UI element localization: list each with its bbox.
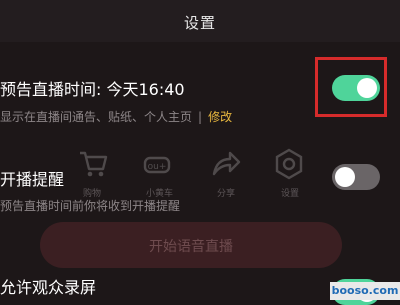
preview-time-label: 预告直播时间: 今天16:40 xyxy=(0,80,185,99)
separator: | xyxy=(198,110,203,124)
live-reminder-description: 预告直播时间前你将收到开播提醒 xyxy=(0,199,181,213)
start-voice-live-button: 开始语音直播 xyxy=(40,222,342,268)
toggle-knob xyxy=(335,167,355,187)
edit-link[interactable]: 修改 xyxy=(208,110,232,124)
allow-screen-record-label: 允许观众录屏 xyxy=(0,278,97,297)
top-bar: 设置 xyxy=(0,0,400,42)
start-voice-live-label: 开始语音直播 xyxy=(149,239,233,255)
svg-text:ou+: ou+ xyxy=(148,162,167,172)
page-title: 设置 xyxy=(183,14,216,32)
settings-icon xyxy=(275,148,303,180)
share-icon-label: 分享 xyxy=(217,189,236,199)
live-reminder-label: 开播提醒 xyxy=(0,170,65,189)
preview-time-description: 显示在直播间通告、贴纸、个人主页 | 修改 xyxy=(0,108,232,125)
highlight-box xyxy=(315,57,387,117)
watermark: booso.com xyxy=(330,282,400,300)
live-reminder-toggle[interactable] xyxy=(332,164,380,190)
cart-icon xyxy=(80,151,108,177)
share-icon xyxy=(212,151,241,176)
preview-time-desc-text: 显示在直播间通告、贴纸、个人主页 xyxy=(0,110,193,124)
bag-icon: ou+ xyxy=(143,156,171,174)
settings-icon-label: 设置 xyxy=(281,189,300,199)
